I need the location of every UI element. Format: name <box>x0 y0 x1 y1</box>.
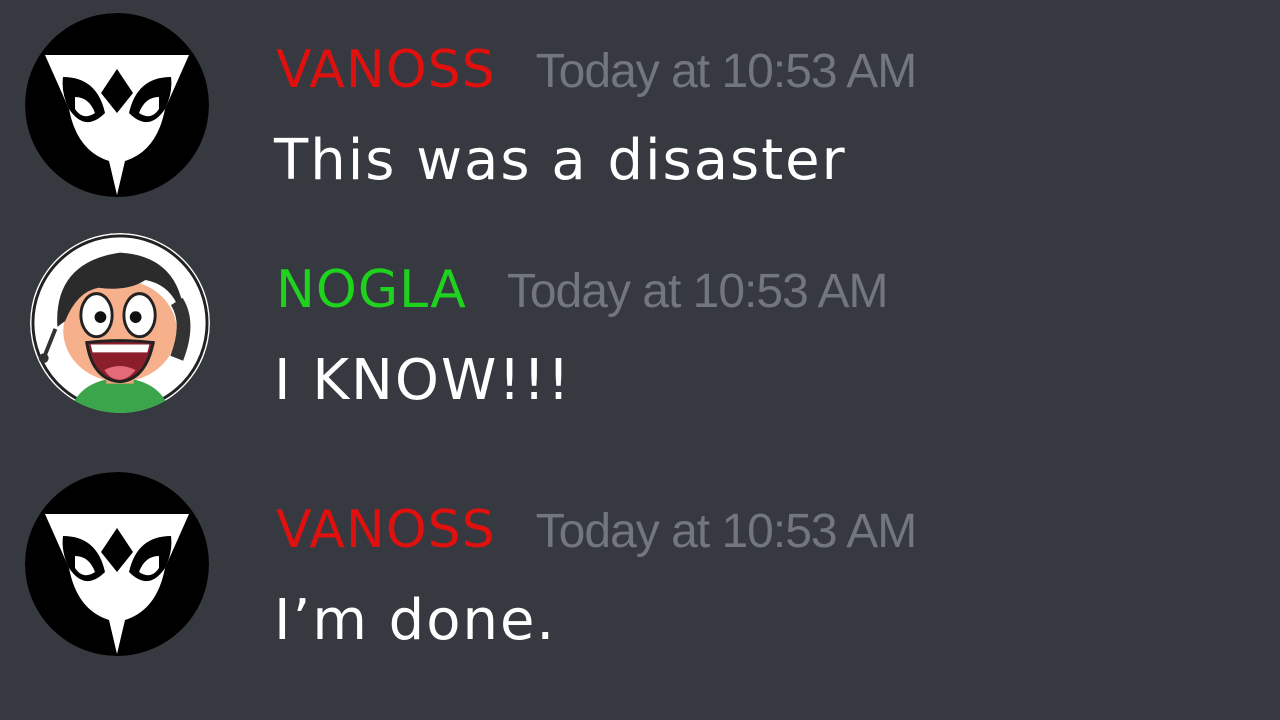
message-header: NOGLA Today at 10:53 AM <box>276 260 889 320</box>
message-item: VANOSS Today at 10:53 AM I’m done. <box>0 460 1280 660</box>
owl-mask-icon <box>25 13 209 197</box>
timestamp: Today at 10:53 AM <box>535 505 918 558</box>
message-item: NOGLA Today at 10:53 AM I KNOW!!! <box>0 220 1280 420</box>
avatar[interactable] <box>30 233 210 413</box>
message-content: This was a disaster <box>274 128 847 193</box>
message-content: I KNOW!!! <box>274 348 572 413</box>
username[interactable]: VANOSS <box>276 40 496 100</box>
owl-mask-icon <box>25 472 209 656</box>
avatar[interactable] <box>25 13 209 197</box>
message-header: VANOSS Today at 10:53 AM <box>276 500 918 560</box>
message-header: VANOSS Today at 10:53 AM <box>276 40 918 100</box>
cartoon-face-icon <box>30 233 210 413</box>
timestamp: Today at 10:53 AM <box>535 45 918 98</box>
message-item: VANOSS Today at 10:53 AM This was a disas… <box>0 0 1280 200</box>
username[interactable]: VANOSS <box>276 500 496 560</box>
username[interactable]: NOGLA <box>276 260 467 320</box>
timestamp: Today at 10:53 AM <box>506 265 889 318</box>
avatar[interactable] <box>25 472 209 656</box>
chat-messages: VANOSS Today at 10:53 AM This was a disas… <box>0 0 1280 720</box>
message-content: I’m done. <box>274 588 557 653</box>
